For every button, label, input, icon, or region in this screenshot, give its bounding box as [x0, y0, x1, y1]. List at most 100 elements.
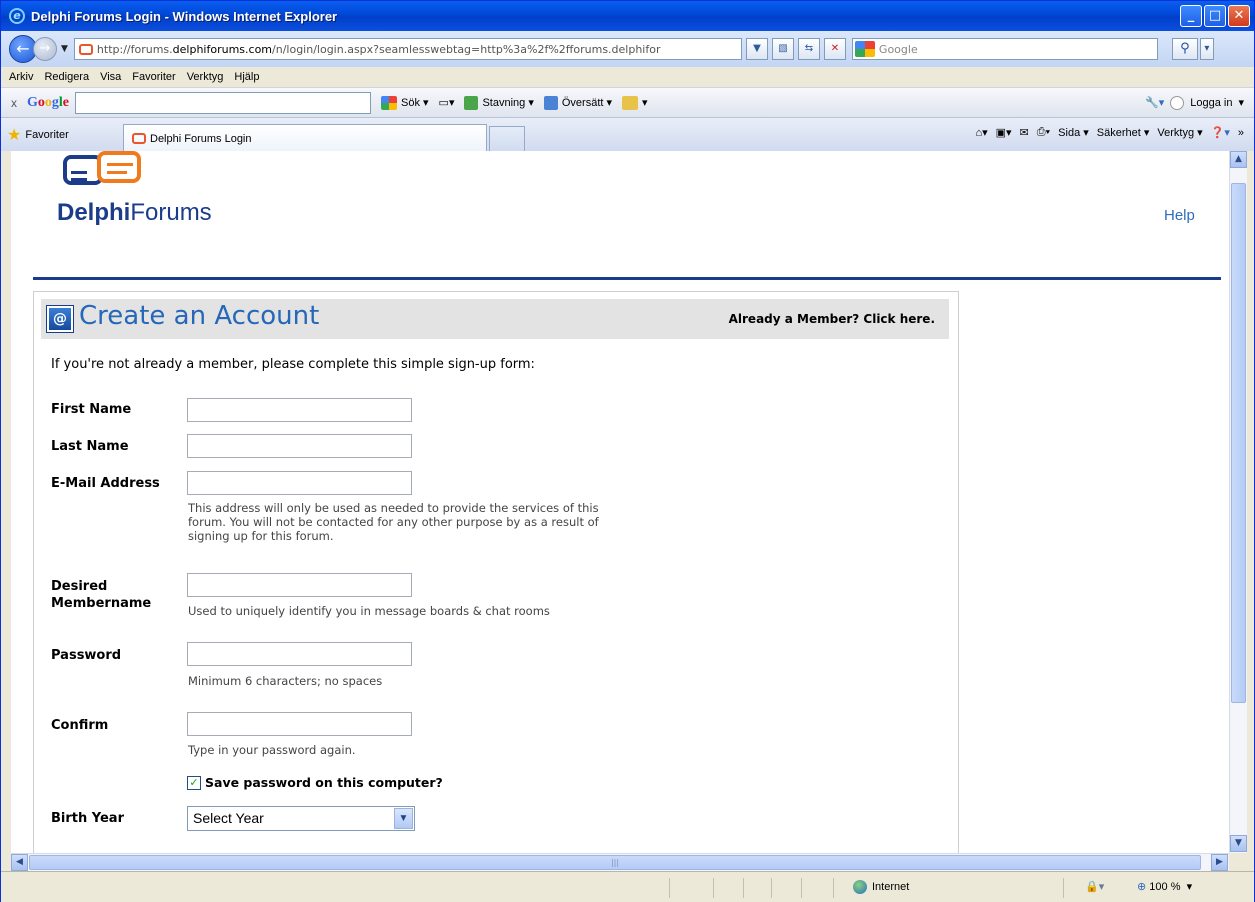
form-header: @ Create an Account Already a Member? Cl… — [41, 299, 949, 339]
already-member-link[interactable]: Already a Member? Click here. — [729, 312, 935, 326]
form-area: @ Create an Account Already a Member? Cl… — [11, 151, 1229, 853]
page-menu[interactable]: Sida ▾ — [1058, 126, 1089, 139]
google-search-icon — [854, 41, 875, 57]
at-sign-icon: @ — [47, 306, 73, 332]
feeds-icon[interactable]: ▣▾ — [996, 126, 1012, 139]
spellcheck-button[interactable]: Stavning ▾ — [464, 95, 534, 110]
window-title: Delphi Forums Login - Windows Internet E… — [31, 8, 338, 24]
help-icon[interactable]: ❓▾ — [1211, 126, 1230, 139]
tab-delphi-forums-login[interactable]: Delphi Forums Login — [123, 124, 487, 152]
last-name-input[interactable] — [187, 434, 412, 458]
scroll-down-arrow[interactable]: ▼ — [1230, 835, 1247, 852]
translate-button[interactable]: Översätt ▾ — [543, 95, 612, 110]
new-tab-button[interactable] — [489, 126, 525, 152]
home-icon[interactable]: ⌂▾ — [975, 126, 987, 139]
horizontal-scrollbar[interactable]: ◀ ||| ▶ — [11, 853, 1229, 871]
menu-bar: Arkiv Redigera Visa Favoriter Verktyg Hj… — [1, 67, 1254, 87]
mail-icon[interactable]: ✉ — [1020, 126, 1029, 139]
page-title: Create an Account — [79, 301, 320, 331]
email-label: E-Mail Address — [51, 476, 160, 491]
zoom-control[interactable]: ⊕ 100 % ▾ — [1137, 880, 1192, 893]
header-divider — [33, 277, 1221, 280]
google-logo: Google — [27, 94, 69, 110]
address-dropdown-button[interactable]: ▼ — [745, 38, 768, 60]
address-bar[interactable]: http://forums. delphiforums.com/n/login/l… — [73, 38, 742, 60]
search-options-button[interactable]: ▾ — [1199, 38, 1214, 60]
confirm-password-input[interactable] — [187, 712, 412, 736]
forward-button[interactable]: → — [33, 37, 57, 61]
signup-form-box — [33, 291, 959, 853]
birth-year-select[interactable]: Select Year ▼ — [187, 806, 415, 831]
membername-hint: Used to uniquely identify you in message… — [188, 604, 550, 618]
vertical-scrollbar[interactable]: ▲ ▼ — [1229, 151, 1247, 853]
security-zone: Internet — [853, 880, 909, 894]
favorites-star-icon[interactable]: ★ — [7, 125, 21, 145]
chevron-more-icon[interactable]: » — [1238, 127, 1244, 139]
chevron-down-icon[interactable]: ▼ — [394, 808, 413, 829]
intro-text: If you're not already a member, please c… — [51, 357, 535, 372]
print-icon[interactable]: ⎙▾ — [1037, 126, 1050, 139]
login-button[interactable]: Logga in — [1190, 97, 1232, 109]
save-password-checkbox[interactable]: ✓ Save password on this computer? — [187, 775, 443, 790]
minimize-button[interactable]: _ — [1180, 5, 1202, 27]
tools-menu[interactable]: Verktyg ▾ — [1157, 126, 1202, 139]
confirm-label: Confirm — [51, 718, 109, 733]
url-path: /n/login/login.aspx?seamlesswebtag=http%… — [272, 42, 661, 56]
translate-icon — [543, 95, 558, 110]
ie-logo-icon: e — [9, 8, 25, 24]
horizontal-scroll-thumb[interactable]: ||| — [29, 855, 1201, 870]
confirm-hint: Type in your password again. — [188, 743, 356, 757]
favorites-button[interactable]: Favoriter — [25, 129, 68, 141]
menu-tools[interactable]: Verktyg — [187, 71, 224, 83]
safety-menu[interactable]: Säkerhet ▾ — [1097, 126, 1150, 139]
recent-pages-dropdown[interactable]: ▼ — [61, 44, 68, 54]
password-input[interactable] — [187, 642, 412, 666]
status-bar: Internet 🔒▾ ⊕ 100 % ▾ — [1, 871, 1254, 902]
email-hint: This address will only be used as needed… — [188, 501, 599, 543]
url-prefix: http://forums. — [96, 42, 173, 56]
toolbar-options-button[interactable]: ▾ — [622, 95, 648, 110]
refresh-icon[interactable]: ⇆ — [797, 38, 820, 60]
maximize-button[interactable]: □ — [1204, 5, 1226, 27]
account-icon — [1170, 95, 1185, 110]
url-domain: delphiforums.com — [172, 42, 273, 56]
spellcheck-icon — [464, 95, 479, 110]
first-name-label: First Name — [51, 402, 132, 417]
wrench-icon[interactable]: 🔧▾ — [1145, 96, 1164, 109]
first-name-input[interactable] — [187, 398, 412, 422]
menu-favorites[interactable]: Favoriter — [132, 71, 175, 83]
search-input[interactable]: Google — [851, 38, 1158, 60]
tab-title: Delphi Forums Login — [150, 132, 252, 145]
vertical-scroll-thumb[interactable] — [1231, 183, 1246, 703]
toolbar-close-icon[interactable]: x — [11, 96, 17, 110]
page-favicon-icon — [78, 43, 93, 55]
email-input[interactable] — [187, 471, 412, 495]
google-search-input[interactable] — [75, 91, 371, 114]
stop-icon[interactable]: ✕ — [823, 38, 846, 60]
membername-label: Desired Membername — [51, 579, 152, 611]
close-button[interactable]: ✕ — [1228, 5, 1250, 27]
menu-file[interactable]: Arkiv — [9, 71, 33, 83]
birth-year-label: Birth Year — [51, 811, 124, 826]
password-hint: Minimum 6 characters; no spaces — [188, 674, 383, 688]
folder-icon — [622, 95, 639, 110]
birth-year-value: Select Year — [193, 810, 264, 826]
menu-edit[interactable]: Redigera — [44, 71, 89, 83]
menu-help[interactable]: Hjälp — [234, 71, 259, 83]
membername-input[interactable] — [187, 573, 412, 597]
favorites-bar: ★ Favoriter Delphi Forums Login ⌂▾ ▣▾ ✉ … — [1, 117, 1254, 152]
popup-blocker-icon[interactable]: ▭▾ — [439, 96, 455, 109]
browser-window: e Delphi Forums Login - Windows Internet… — [0, 0, 1255, 902]
google-search-button[interactable]: Sök ▾ — [381, 95, 429, 110]
tab-favicon-icon — [132, 133, 146, 144]
compat-view-icon[interactable]: ▧ — [771, 38, 794, 60]
checkmark-icon: ✓ — [187, 775, 201, 790]
title-bar: e Delphi Forums Login - Windows Internet… — [1, 1, 1254, 31]
scroll-left-arrow[interactable]: ◀ — [11, 854, 28, 871]
address-row: ← → ▼ http://forums. delphiforums.com/n/l… — [1, 31, 1254, 67]
menu-view[interactable]: Visa — [100, 71, 121, 83]
search-icon[interactable]: ⚲ — [1171, 38, 1198, 60]
scroll-right-arrow[interactable]: ▶ — [1211, 854, 1228, 871]
protected-mode-icon[interactable]: 🔒▾ — [1085, 880, 1104, 893]
scroll-up-arrow[interactable]: ▲ — [1230, 151, 1247, 168]
